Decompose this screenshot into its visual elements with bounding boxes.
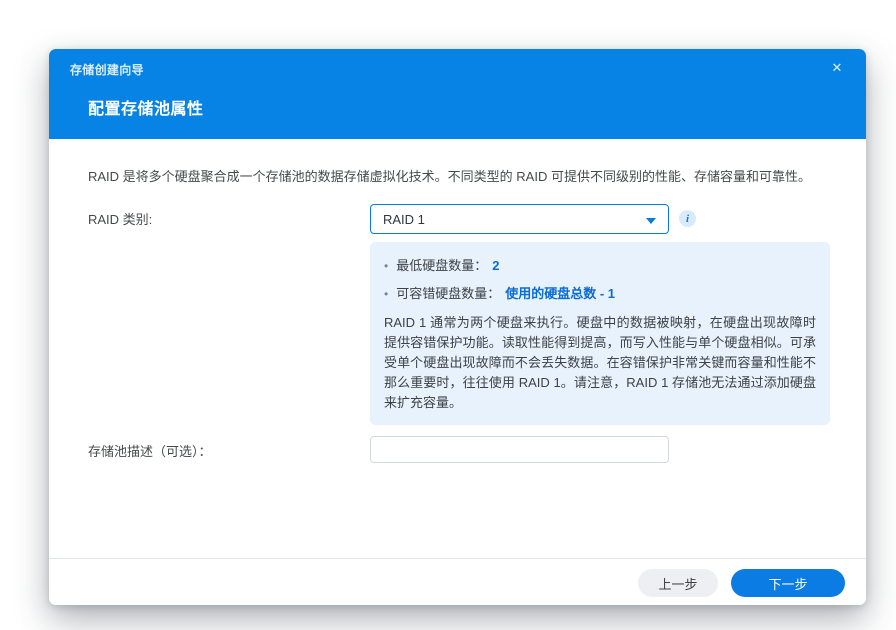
raid-type-selected-value: RAID 1: [383, 212, 425, 227]
raid-type-select[interactable]: RAID 1: [370, 204, 669, 234]
wizard-title: 存储创建向导: [70, 61, 144, 78]
pool-description-label: 存储池描述（可选）：: [88, 441, 212, 460]
list-item: • 最低硬盘数量： 2: [384, 257, 816, 275]
list-item: • 可容错硬盘数量： 使用的硬盘总数 - 1: [384, 285, 816, 303]
raid-description-text: RAID 是将多个硬盘聚合成一个存储池的数据存储虚拟化技术。不同类型的 RAID…: [88, 166, 848, 185]
dialog-header: 存储创建向导 ✕ 配置存储池属性: [49, 49, 866, 139]
bullet-icon: •: [384, 257, 388, 275]
bullet-icon: •: [384, 285, 388, 303]
page-title: 配置存储池属性: [88, 95, 204, 119]
close-icon[interactable]: ✕: [826, 57, 848, 79]
back-button[interactable]: 上一步: [638, 569, 718, 597]
next-button[interactable]: 下一步: [731, 569, 845, 597]
fault-tolerance-label: 可容错硬盘数量：: [396, 285, 500, 303]
info-icon[interactable]: i: [679, 210, 696, 227]
min-disk-value: 2: [492, 257, 499, 275]
raid1-explanation-text: RAID 1 通常为两个硬盘来执行。硬盘中的数据被映射，在硬盘出现故障时提供容错…: [384, 313, 816, 413]
min-disk-label: 最低硬盘数量：: [396, 257, 487, 275]
raid-type-label: RAID 类别:: [88, 209, 152, 228]
pool-description-input[interactable]: [370, 436, 669, 463]
fault-tolerance-value: 使用的硬盘总数 - 1: [505, 285, 615, 303]
chevron-down-icon: [646, 218, 656, 224]
dialog-footer: 上一步 下一步: [49, 558, 866, 605]
storage-wizard-dialog: 存储创建向导 ✕ 配置存储池属性 RAID 是将多个硬盘聚合成一个存储池的数据存…: [49, 49, 866, 605]
raid-info-panel: • 最低硬盘数量： 2 • 可容错硬盘数量： 使用的硬盘总数 - 1 RAID …: [370, 242, 830, 425]
